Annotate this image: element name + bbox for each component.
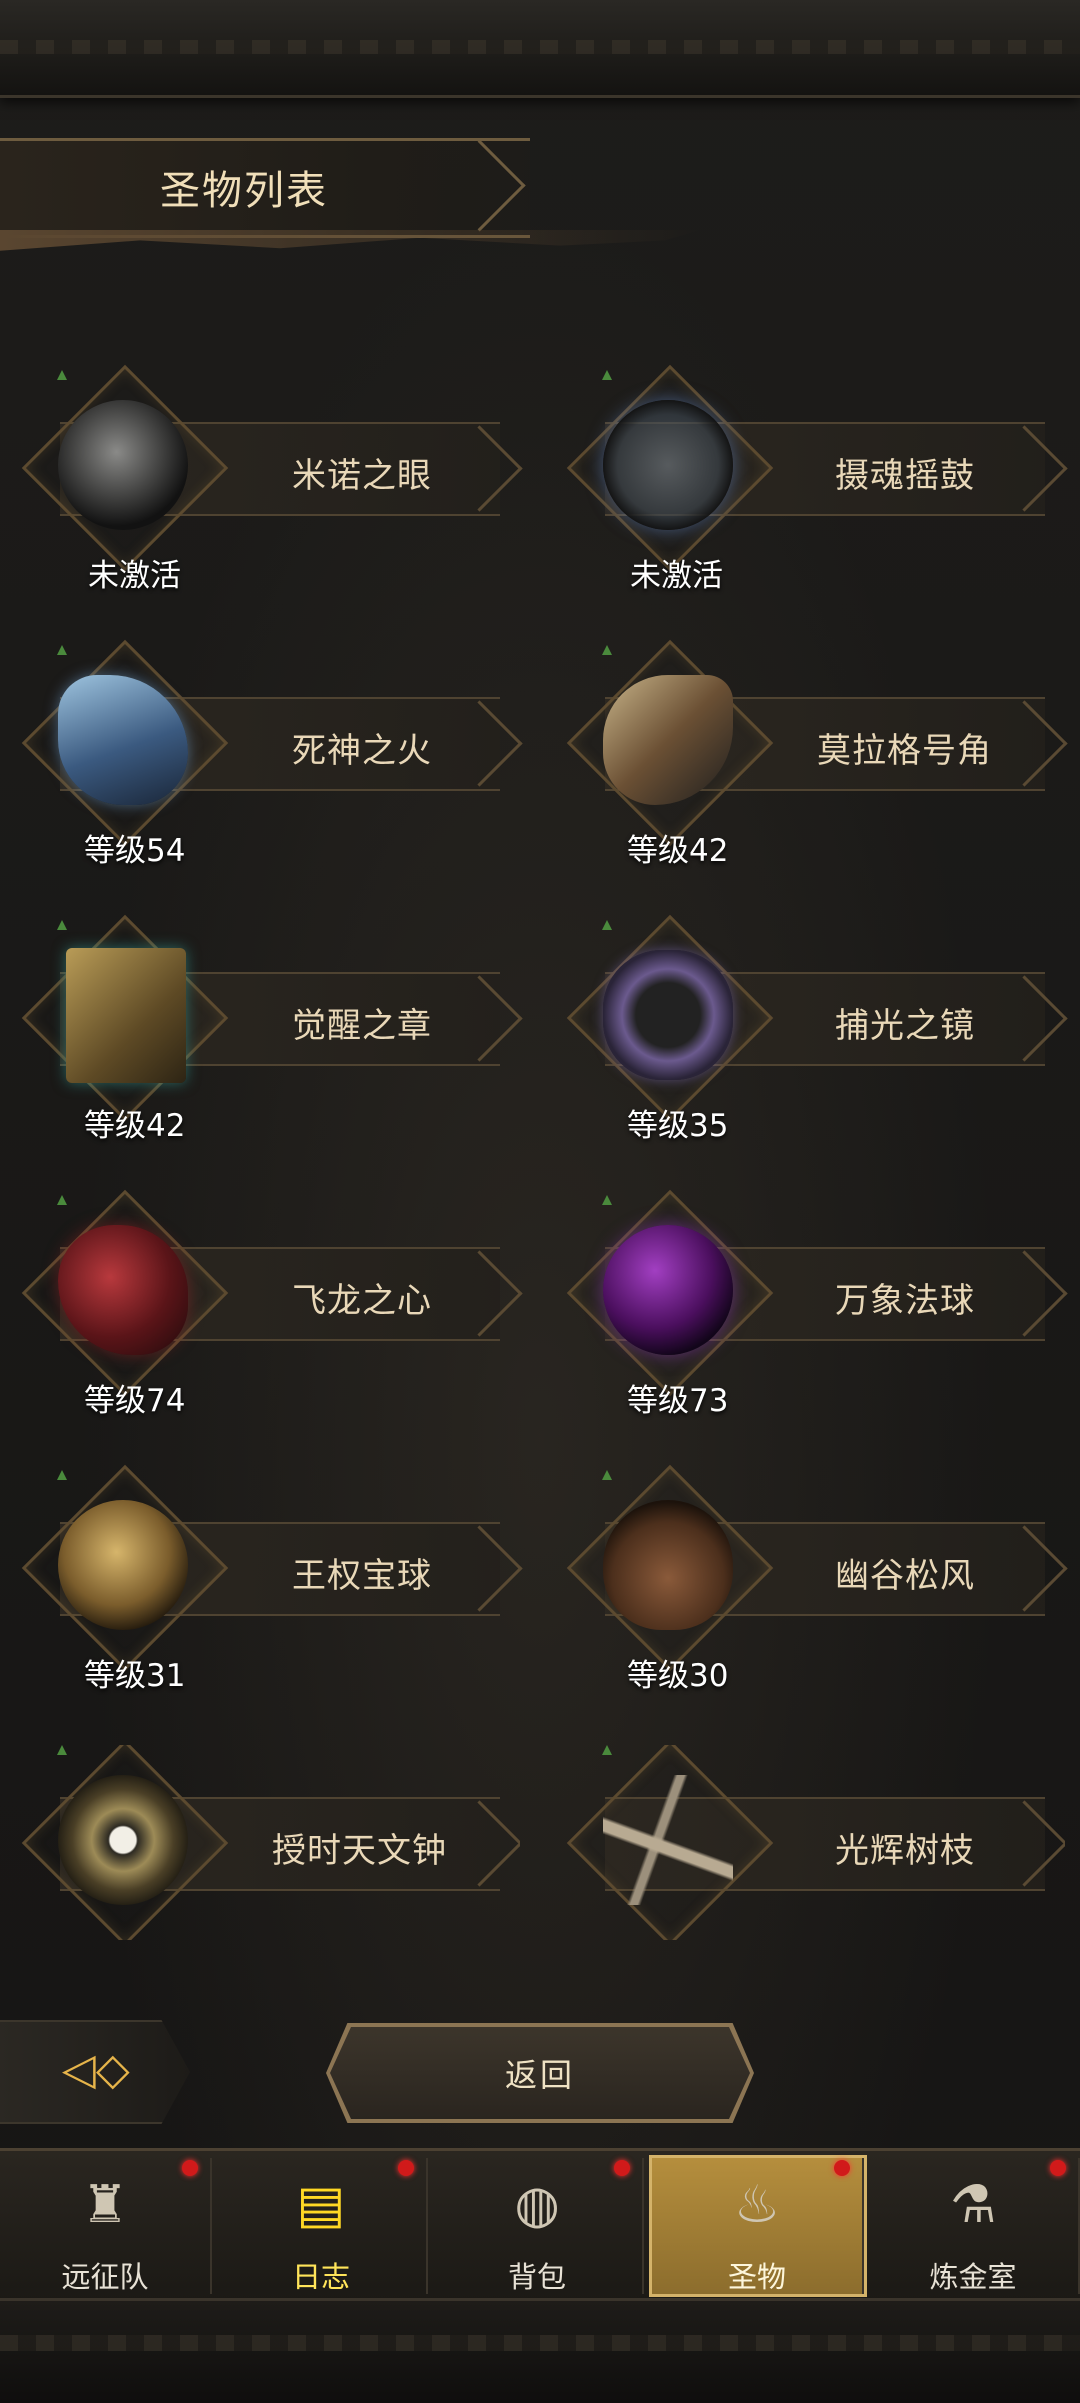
relic-item[interactable]: 觉醒之章 等级42: [0, 914, 520, 1160]
notification-badge: [398, 2160, 414, 2176]
upgrade-arrow-icon: [57, 1195, 67, 1205]
page-title: 圣物列表: [160, 168, 328, 214]
relic-item[interactable]: 王权宝球 等级31: [0, 1464, 520, 1710]
upgrade-arrow-icon: [602, 645, 612, 655]
astrolabe-clock-relic-icon: [58, 1775, 188, 1905]
lute-relic-icon: [603, 1500, 733, 1630]
nav-tab-label: 远征队: [61, 2260, 149, 2294]
top-ornament: [0, 0, 1080, 98]
back-button[interactable]: 返回: [330, 2027, 750, 2119]
branch-relic-icon: [603, 1775, 733, 1905]
nav-tab-backpack[interactable]: ◍ 背包: [432, 2158, 644, 2294]
relic-name: 万象法球: [835, 1281, 975, 1321]
nav-tab-label: 炼金室: [929, 2260, 1017, 2294]
relic-item[interactable]: 飞龙之心 等级74: [0, 1189, 520, 1435]
relic-item[interactable]: 莫拉格号角 等级42: [545, 639, 1065, 885]
relic-status: 等级42: [84, 1108, 186, 1144]
book-relic-icon: [66, 948, 186, 1083]
upgrade-arrow-icon: [57, 1745, 67, 1755]
notification-badge: [1050, 2160, 1066, 2176]
upgrade-arrow-icon: [602, 1745, 612, 1755]
notification-badge: [182, 2160, 198, 2176]
relic-name: 莫拉格号角: [817, 731, 992, 771]
relic-item[interactable]: 摄魂摇鼓 未激活: [545, 364, 1065, 610]
relic-item[interactable]: 幽谷松风 等级30: [545, 1464, 1065, 1710]
nav-tab-journal[interactable]: ▤ 日志: [216, 2158, 428, 2294]
nav-tab-label: 日志: [291, 2260, 350, 2294]
orb-relic-icon: [603, 1225, 733, 1355]
relic-name: 幽谷松风: [835, 1556, 975, 1596]
relic-name: 摄魂摇鼓: [835, 456, 975, 496]
upgrade-arrow-icon: [57, 370, 67, 380]
upgrade-arrow-icon: [602, 920, 612, 930]
relic-status: 未激活: [88, 558, 181, 594]
relic-status: 等级35: [627, 1108, 729, 1144]
relic-name: 觉醒之章: [292, 1006, 432, 1046]
backpack-icon: ◍: [514, 2175, 560, 2235]
nav-tab-alchemy[interactable]: ⚗ 炼金室: [868, 2158, 1080, 2294]
relic-status: 等级74: [84, 1383, 186, 1419]
upgrade-arrow-icon: [57, 645, 67, 655]
relic-name: 光辉树枝: [835, 1831, 975, 1871]
nav-tab-expedition[interactable]: ♜ 远征队: [0, 2158, 212, 2294]
helmet-icon: ♜: [81, 2175, 129, 2235]
relic-name: 米诺之眼: [292, 456, 432, 496]
relic-brazier-icon: ♨: [733, 2175, 781, 2235]
drum-relic-icon: [603, 400, 733, 530]
mirror-relic-icon: [603, 950, 733, 1080]
relic-name: 王权宝球: [292, 1556, 432, 1596]
collapse-side-button[interactable]: ◁◇: [0, 2020, 190, 2124]
relic-item[interactable]: 光辉树枝: [545, 1745, 1065, 1940]
bottom-ornament: [0, 2298, 1080, 2403]
upgrade-arrow-icon: [57, 920, 67, 930]
upgrade-arrow-icon: [602, 370, 612, 380]
relic-name: 飞龙之心: [292, 1281, 432, 1321]
alchemy-icon: ⚗: [949, 2175, 997, 2235]
relic-item[interactable]: 捕光之镜 等级35: [545, 914, 1065, 1160]
notification-badge: [834, 2160, 850, 2176]
upgrade-arrow-icon: [602, 1470, 612, 1480]
back-button-label: 返回: [504, 2056, 575, 2094]
scroll-icon: ▤: [296, 2175, 346, 2235]
nav-tab-label: 圣物: [727, 2260, 786, 2294]
relic-status: 等级30: [627, 1658, 729, 1694]
relic-name: 授时天文钟: [272, 1831, 447, 1871]
relic-item[interactable]: 万象法球 等级73: [545, 1189, 1065, 1435]
relic-status: 未激活: [630, 558, 723, 594]
nav-tab-relics[interactable]: ♨ 圣物: [649, 2155, 867, 2297]
relic-item[interactable]: 授时天文钟: [0, 1745, 520, 1940]
royal-globe-relic-icon: [58, 1500, 188, 1630]
arrow-diamond-icon: ◁◇: [62, 2044, 130, 2095]
relic-status: 等级31: [84, 1658, 186, 1694]
relic-item[interactable]: 死神之火 等级54: [0, 639, 520, 885]
upgrade-arrow-icon: [57, 1470, 67, 1480]
relic-name: 捕光之镜: [835, 1006, 975, 1046]
relic-status: 等级42: [627, 833, 729, 869]
relic-status: 等级73: [627, 1383, 729, 1419]
relic-item[interactable]: 米诺之眼 未激活: [0, 364, 520, 610]
relic-status: 等级54: [84, 833, 186, 869]
nav-tab-label: 背包: [507, 2260, 566, 2294]
relic-name: 死神之火: [292, 731, 432, 771]
notification-badge: [614, 2160, 630, 2176]
upgrade-arrow-icon: [602, 1195, 612, 1205]
eye-relic-icon: [58, 400, 188, 530]
